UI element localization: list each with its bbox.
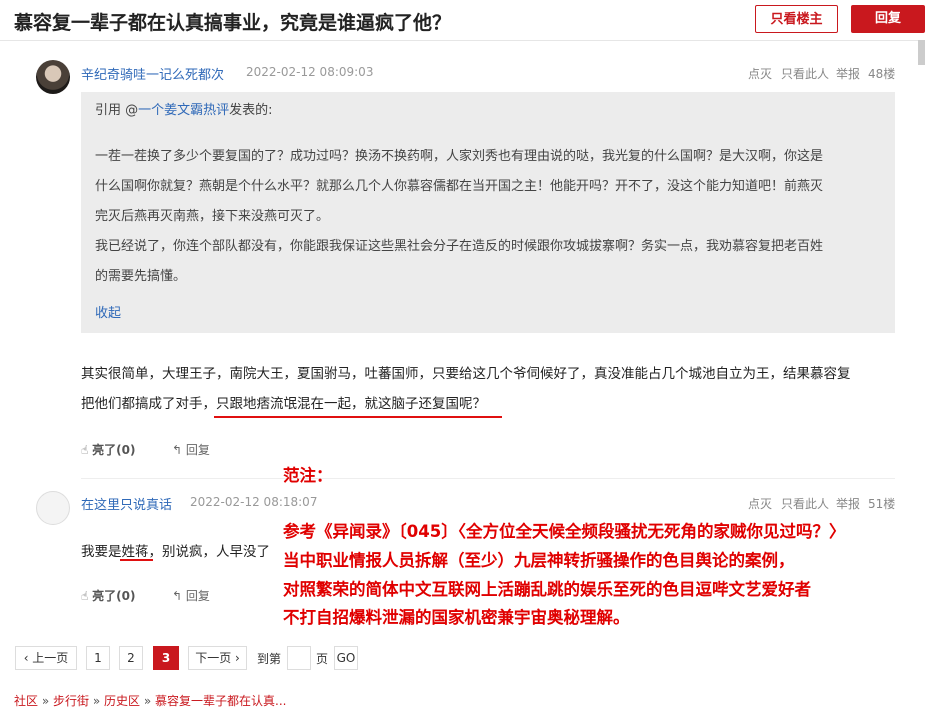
post-body: 我要是姓蒋，别说疯，人早没了 [81, 544, 270, 560]
page-2-button[interactable]: 2 [119, 646, 143, 670]
breadcrumb-thread[interactable]: 慕容复一辈子都在认真... [155, 694, 286, 708]
quote-line: 的需要先搞懂。 [95, 269, 187, 284]
thread-title: 慕容复一辈子都在认真搞事业，究竟是谁逼疯了他？ [14, 12, 452, 34]
next-page-button[interactable]: 下一页 › [188, 646, 247, 670]
red-underline [120, 559, 153, 561]
dislike-link[interactable]: 点灭 [748, 495, 772, 512]
quote-line: 一茬一茬换了多少个要复国的了？成功过吗？换汤不换药啊，人家刘秀也有理由说的哒，我… [95, 149, 824, 164]
underlined-phrase: 只跟地痞流氓混在一起，就这脑子还复国呢？ [216, 396, 486, 412]
annotation-line: 参考《异闻录》〔045〕〈全方位全天候全频段骚扰无死角的家贼你见过吗？〉 [283, 522, 846, 541]
only-owner-button[interactable]: 只看楼主 [755, 5, 838, 33]
thumb-icon: ☝ [81, 443, 93, 457]
post-body-line: 把他们都搞成了对手，只跟地痞流氓混在一起，就这脑子还复国呢？ [81, 396, 486, 412]
quote-author-link[interactable]: 一个姜文霸热评 [138, 103, 229, 118]
goto-label: 到第 [257, 652, 282, 666]
annotation-line: 不打自招爆料泄漏的国家机密兼宇宙奥秘理解。 [283, 608, 630, 627]
quote-header: 引用 @一个姜文霸热评发表的: [95, 103, 273, 118]
goto-page-input[interactable] [287, 646, 311, 670]
red-underline [214, 416, 502, 418]
quote-line: 我已经说了，你连个部队都没有，你能跟我保证这些黑社会分子在造反的时候跟你攻城拔寨… [95, 239, 824, 254]
page-3-button-current[interactable]: 3 [153, 646, 179, 670]
breadcrumb-community[interactable]: 社区 [14, 694, 38, 708]
prev-page-button[interactable]: ‹ 上一页 [15, 646, 77, 670]
floor-number: 51楼 [868, 497, 896, 511]
only-this-user-link[interactable]: 只看此人 [781, 495, 829, 512]
post-username[interactable]: 在这里只说真话 [81, 494, 172, 513]
quote-line: 什么国啊你就复？燕朝是个什么水平？就那么几个人你慕容儒都在当开国之主！他能开吗？… [95, 179, 824, 194]
go-button[interactable]: GO [334, 646, 358, 670]
report-link[interactable]: 举报 [836, 65, 860, 82]
reply-button[interactable]: 回复 [851, 5, 925, 33]
post-time: 2022-02-12 08:18:07 [190, 495, 318, 509]
report-link[interactable]: 举报 [836, 495, 860, 512]
reply-icon: ↰ [172, 443, 186, 457]
annotation-line: 当中职业情报人员拆解（至少）九层神转折骚操作的色目舆论的案例， [283, 551, 795, 570]
annotation-line: 对照繁荣的简体中文互联网上活蹦乱跳的娱乐至死的色目逗哔文艺爱好者 [283, 580, 811, 599]
avatar[interactable] [36, 491, 70, 525]
collapse-quote-link[interactable]: 收起 [95, 299, 121, 329]
underlined-word: 姓蒋 [121, 544, 149, 560]
post-username[interactable]: 辛纪奇骑哇一记么死都次 [81, 64, 224, 83]
quote-line: 完灭后燕再灭南燕，接下来没燕可灭了。 [95, 209, 330, 224]
goto-suffix: 页 [316, 652, 329, 666]
page-1-button[interactable]: 1 [86, 646, 110, 670]
breadcrumb: 社区 » 步行街 » 历史区 » 慕容复一辈子都在认真... [14, 694, 287, 708]
post-time: 2022-02-12 08:09:03 [246, 65, 374, 79]
post-reply-button[interactable]: ↰ 回复 [172, 441, 210, 458]
annotation-label: 范注： [283, 466, 333, 485]
avatar[interactable] [36, 60, 70, 94]
like-button[interactable]: ☝ 亮了(0) [81, 587, 135, 604]
scrollbar-thumb[interactable] [918, 40, 925, 65]
floor-number: 48楼 [868, 67, 896, 81]
only-this-user-link[interactable]: 只看此人 [781, 65, 829, 82]
dislike-link[interactable]: 点灭 [748, 65, 772, 82]
like-button[interactable]: ☝ 亮了(0) [81, 441, 135, 458]
breadcrumb-history[interactable]: 历史区 [104, 694, 140, 708]
reply-icon: ↰ [172, 589, 186, 603]
post-reply-button[interactable]: ↰ 回复 [172, 587, 210, 604]
breadcrumb-bxj[interactable]: 步行街 [53, 694, 89, 708]
post-body-line: 其实很简单，大理王子，南院大王，夏国驸马，吐蕃国师，只要给这几个爷伺候好了，真没… [81, 366, 851, 382]
divider [81, 478, 895, 479]
thumb-icon: ☝ [81, 589, 93, 603]
